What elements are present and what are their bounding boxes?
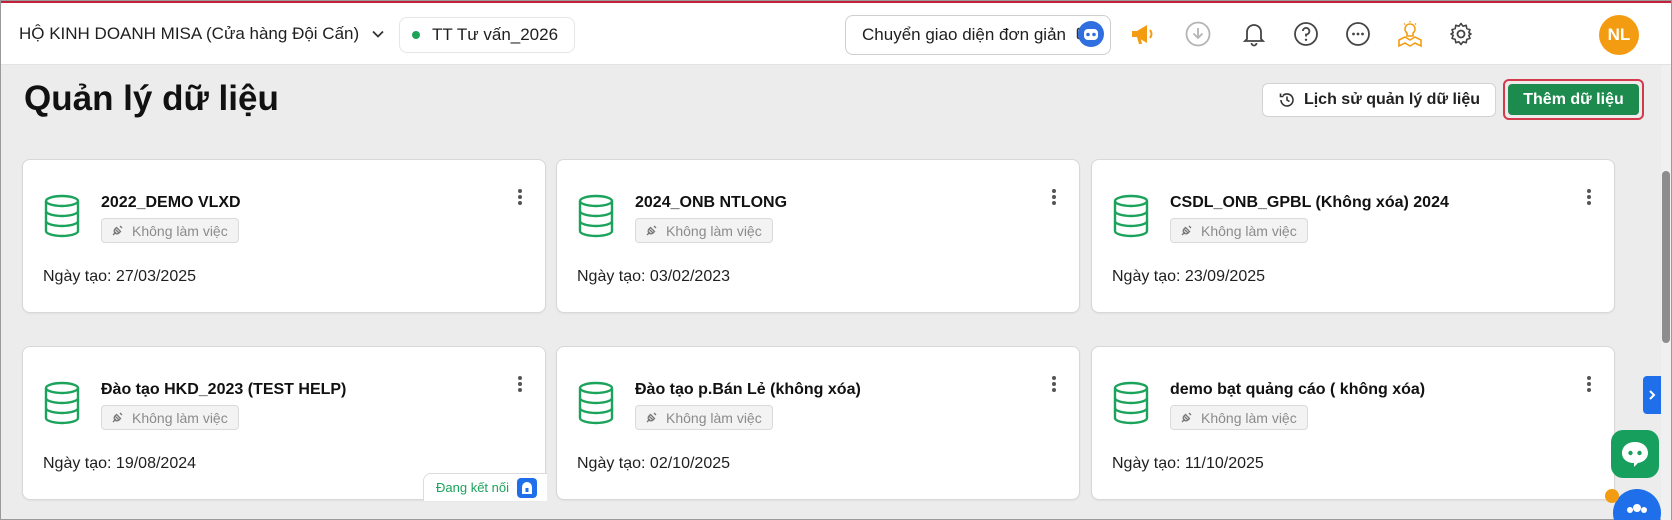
database-name: 2022_DEMO VLXD xyxy=(101,194,241,211)
unplugged-icon xyxy=(112,412,123,422)
database-card[interactable]: 2024_ONB NTLONG Không làm việc Ngày tạo:… xyxy=(556,159,1080,313)
kebab-menu-icon xyxy=(1587,376,1591,392)
chevron-right-icon xyxy=(1649,390,1656,400)
database-name: Đào tạo HKD_2023 (TEST HELP) xyxy=(101,381,347,398)
database-icon xyxy=(1113,381,1149,425)
top-bar: HỘ KINH DOANH MISA (Cửa hàng Đội Cấn) TT… xyxy=(1,3,1671,65)
database-name: CSDL_ONB_GPBL (Không xóa) 2024 xyxy=(1170,194,1449,211)
database-icon xyxy=(44,194,80,238)
chat-bot-icon xyxy=(1622,442,1648,467)
add-data-highlight: Thêm dữ liệu xyxy=(1503,79,1644,120)
robot-assistant-button[interactable] xyxy=(1075,18,1107,50)
tips-button[interactable] xyxy=(1394,18,1426,50)
announcement-button[interactable] xyxy=(1126,18,1158,50)
switch-simple-ui-label: Chuyển giao diện đơn giản xyxy=(862,25,1066,44)
card-menu-button[interactable] xyxy=(1041,184,1067,210)
unplugged-icon xyxy=(1181,412,1192,422)
kebab-menu-icon xyxy=(518,376,522,392)
connecting-indicator[interactable]: Đang kết nối xyxy=(423,473,547,501)
help-icon xyxy=(1294,22,1318,46)
add-data-button[interactable]: Thêm dữ liệu xyxy=(1508,84,1639,115)
card-menu-button[interactable] xyxy=(1576,371,1602,397)
switch-simple-ui-button[interactable]: Chuyển giao diện đơn giản xyxy=(845,15,1111,55)
status-badge: Không làm việc xyxy=(101,218,239,243)
unplugged-icon xyxy=(646,412,657,422)
database-card[interactable]: Đào tạo HKD_2023 (TEST HELP) Không làm v… xyxy=(22,346,547,501)
chat-support-button[interactable] xyxy=(1611,430,1659,478)
settings-icon xyxy=(1450,22,1472,46)
database-icon xyxy=(578,194,614,238)
status-badge: Không làm việc xyxy=(635,218,773,243)
branch-status-dot xyxy=(412,31,420,39)
status-badge: Không làm việc xyxy=(1170,405,1308,430)
kebab-menu-icon xyxy=(1052,189,1056,205)
user-avatar[interactable]: NL xyxy=(1599,15,1639,55)
download-icon xyxy=(1185,21,1211,47)
status-label: Không làm việc xyxy=(132,222,228,239)
database-card[interactable]: 2022_DEMO VLXD Không làm việc Ngày tạo: … xyxy=(22,159,546,313)
created-date: Ngày tạo: 02/10/2025 xyxy=(577,455,731,472)
status-label: Không làm việc xyxy=(132,409,228,426)
database-card[interactable]: Đào tạo p.Bán Lẻ (không xóa) Không làm v… xyxy=(556,346,1080,500)
settings-button[interactable] xyxy=(1445,18,1477,50)
connecting-label: Đang kết nối xyxy=(436,480,509,495)
side-panel-toggle[interactable] xyxy=(1643,376,1661,414)
megaphone-icon xyxy=(1132,25,1153,44)
created-date: Ngày tạo: 23/09/2025 xyxy=(1112,268,1266,285)
data-history-button[interactable]: Lịch sử quản lý dữ liệu xyxy=(1262,83,1496,117)
lightbulb-map-icon xyxy=(1398,21,1422,48)
scrollbar-thumb[interactable] xyxy=(1662,171,1670,343)
kebab-menu-icon xyxy=(518,189,522,205)
branch-name: TT Tư vấn_2026 xyxy=(432,25,559,44)
users-icon xyxy=(1627,504,1647,513)
card-menu-button[interactable] xyxy=(507,184,533,210)
kebab-menu-icon xyxy=(1052,376,1056,392)
company-selector[interactable]: HỘ KINH DOANH MISA (Cửa hàng Đội Cấn) xyxy=(19,3,385,65)
database-name: demo bạt quảng cáo ( không xóa) xyxy=(1170,381,1426,398)
created-date: Ngày tạo: 19/08/2024 xyxy=(43,455,197,472)
data-history-label: Lịch sử quản lý dữ liệu xyxy=(1303,91,1481,108)
history-icon xyxy=(1279,93,1294,107)
company-name: HỘ KINH DOANH MISA (Cửa hàng Đội Cấn) xyxy=(19,24,360,43)
page-title: Quản lý dữ liệu xyxy=(24,79,279,118)
download-button[interactable] xyxy=(1182,18,1214,50)
card-menu-button[interactable] xyxy=(1041,371,1067,397)
chevron-down-icon xyxy=(372,30,384,38)
database-card[interactable]: CSDL_ONB_GPBL (Không xóa) 2024 Không làm… xyxy=(1091,159,1615,313)
database-name: Đào tạo p.Bán Lẻ (không xóa) xyxy=(635,381,861,398)
card-menu-button[interactable] xyxy=(507,371,533,397)
status-badge: Không làm việc xyxy=(101,405,239,430)
branch-selector[interactable]: TT Tư vấn_2026 xyxy=(399,17,576,53)
robot-icon xyxy=(1078,21,1104,47)
status-label: Không làm việc xyxy=(666,222,762,239)
created-date: Ngày tạo: 11/10/2025 xyxy=(1112,455,1264,472)
status-badge: Không làm việc xyxy=(635,405,773,430)
database-card[interactable]: demo bạt quảng cáo ( không xóa) Không là… xyxy=(1091,346,1615,500)
database-icon xyxy=(1113,194,1149,238)
status-badge: Không làm việc xyxy=(1170,218,1308,243)
card-menu-button[interactable] xyxy=(1576,184,1602,210)
database-icon xyxy=(578,381,614,425)
database-icon xyxy=(44,381,80,425)
created-date: Ngày tạo: 27/03/2025 xyxy=(43,268,197,285)
kebab-menu-icon xyxy=(1587,189,1591,205)
more-options-button[interactable] xyxy=(1342,18,1374,50)
bell-icon xyxy=(1242,24,1266,47)
community-button[interactable] xyxy=(1613,489,1661,520)
notification-dot xyxy=(1605,489,1619,503)
notifications-button[interactable] xyxy=(1238,18,1270,50)
unplugged-icon xyxy=(1181,225,1192,235)
unplugged-icon xyxy=(112,225,123,235)
status-label: Không làm việc xyxy=(666,409,762,426)
unplugged-icon xyxy=(646,225,657,235)
status-label: Không làm việc xyxy=(1201,409,1297,426)
status-label: Không làm việc xyxy=(1201,222,1297,239)
database-name: 2024_ONB NTLONG xyxy=(635,194,788,211)
help-button[interactable] xyxy=(1290,18,1322,50)
more-icon xyxy=(1346,22,1370,46)
connect-icon xyxy=(517,477,537,498)
created-date: Ngày tạo: 03/02/2023 xyxy=(577,268,731,285)
